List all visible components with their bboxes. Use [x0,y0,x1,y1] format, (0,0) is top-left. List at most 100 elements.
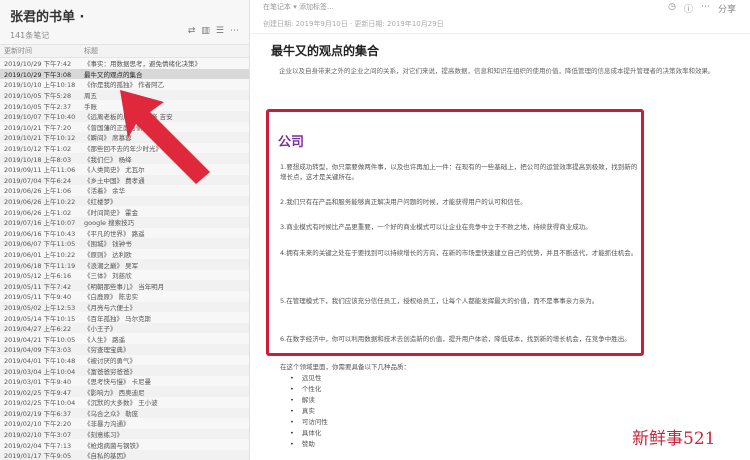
row-title: 《事实：用数据思考，避免情绪化决策》 [84,60,201,69]
table-row[interactable]: 2019/03/01 下午9:40 《思考快与慢》 卡尼曼 [0,376,249,387]
point-paragraph[interactable]: 5.在管理模式下，我们应该充分信任员工，授权给员工，让每个人都能发挥最大的价值，… [280,296,640,306]
table-row[interactable]: 2019/06/01 上午10:22 《原则》 达利欧 [0,249,249,260]
row-updated-time: 2019/06/16 下午10:43 [4,229,76,238]
table-row[interactable]: 2019/04/01 下午10:48 《被讨厌的勇气》 [0,355,249,366]
row-title: 《时间简史》 霍金 [84,208,139,217]
row-updated-time: 2019/04/21 下午10:05 [4,335,76,344]
row-title: 《思考快与慢》 卡尼曼 [84,378,152,387]
table-row[interactable]: 2019/02/25 下午9:47 《影响力》 西奥迪尼 [0,386,249,397]
table-row[interactable]: 2019/02/10 下午2:20 《非暴力沟通》 [0,418,249,429]
row-updated-time: 2019/10/07 下午10:40 [4,113,76,122]
list-item[interactable]: 赞助 [290,438,328,449]
table-row[interactable]: 2019/02/04 下午7:13 《枪炮病菌与钢铁》 [0,439,249,450]
row-title: 《沉默的大多数》 王小波 [84,399,158,408]
table-row[interactable]: 2019/07/16 上午10:07 google 搜索技巧 [0,216,249,228]
document-toolbar: ◷ ⓘ ⋯ 分享 [668,2,736,15]
row-updated-time: 2019/06/26 上午1:06 [4,187,72,196]
share-button[interactable]: 分享 [718,2,736,15]
row-title: 《百年孤独》 马尔克斯 [84,314,152,323]
list-icon[interactable]: ☰ [216,26,224,36]
list-item[interactable]: 真实 [290,405,328,416]
table-row[interactable]: 2019/02/10 下午3:07 《刻意练习》 [0,428,249,440]
table-row[interactable]: 2019/06/16 下午10:43 《平凡的世界》 路遥 [0,228,249,239]
row-updated-time: 2019/05/11 下午7:42 [4,282,72,291]
table-row[interactable]: 2019/05/02 上午12:53 《月亮与六便士》 [0,301,249,313]
list-item[interactable]: 可访问性 [290,416,328,427]
table-row[interactable]: 2019/05/12 上午6:16 《三体》 刘慈欣 [0,270,249,281]
row-updated-time: 2019/09/11 上午11:06 [4,166,76,175]
point-paragraph[interactable]: 3.商业模式有时候比产品更重要，一个好的商业模式可以让企业在竞争中立于不败之地，… [280,222,640,232]
table-row[interactable]: 2019/06/26 上午10:22 《红楼梦》 [0,195,249,207]
annotation-arrow-icon [120,90,210,184]
table-row[interactable]: 2019/06/07 下午11:05 《围城》 钱钟书 [0,238,249,249]
row-title: 《浪潮之巅》 吴军 [84,261,139,270]
row-title: 《自私的基因》 [84,452,130,460]
row-updated-time: 2019/04/01 下午10:48 [4,356,76,365]
row-updated-time: 2019/02/19 下午6:37 [4,409,72,418]
table-row[interactable]: 2019/05/11 下午9:40 《白鹿原》 陈忠实 [0,291,249,302]
watermark: 新鲜事521 [632,429,716,449]
table-row[interactable]: 2019/04/21 下午10:05 《人生》 路遥 [0,333,249,344]
highlight-box [266,109,644,356]
row-title: 《小王子》 [84,325,117,334]
table-row[interactable]: 2019/03/04 上午10:04 《富爸爸穷爸爸》 [0,365,249,376]
row-updated-time: 2019/06/26 上午1:02 [4,208,72,217]
table-row[interactable]: 2019/05/14 下午10:15 《百年孤独》 马尔克斯 [0,312,249,323]
intro-paragraph[interactable]: 企业以及自身带来之外的企业之间的关系，对它们来说，提高数据，信息和知识在组织的使… [279,66,729,77]
table-row[interactable]: 2019/01/17 下午9:05 《自私的基因》 [0,449,249,460]
row-title: 《白鹿原》 陈忠实 [84,293,139,302]
row-updated-time: 2019/02/10 下午2:20 [4,420,72,429]
list-item[interactable]: 远见性 [290,372,328,383]
sort-icon[interactable]: ⇄ [188,26,196,36]
point-paragraph[interactable]: 6.在数字经济中，你可以利用数据和技术去创造新的价值，提升用户体验，降低成本，找… [280,334,640,344]
row-title: 《围城》 钱钟书 [84,240,132,249]
row-title: 《枪炮病菌与钢铁》 [84,441,143,450]
table-row[interactable]: 2019/10/29 下午7:42 《事实：用数据思考，避免情绪化决策》 [0,58,249,69]
row-updated-time: 2019/05/02 上午12:53 [4,303,76,312]
trait-intro[interactable]: 在这个领域里面，你需要具备以下几种品质： [280,361,410,371]
notebook-selector[interactable]: 在笔记本 ▾ 添加标签... [263,2,334,12]
table-row[interactable]: 2019/06/18 下午11:19 《浪潮之巅》 吴军 [0,259,249,270]
row-title: google 搜索技巧 [84,219,135,228]
table-row[interactable]: 2019/05/11 下午7:42 《明朝那些事儿》 当年明月 [0,280,249,292]
list-item[interactable]: 具体化 [290,427,328,438]
row-updated-time: 2019/10/29 下午3:08 [4,70,72,79]
row-updated-time: 2019/01/17 下午9:05 [4,452,72,460]
table-row[interactable]: 2019/04/27 上午6:22 《小王子》 [0,322,249,334]
column-title[interactable]: 标题 [84,46,98,56]
row-updated-time: 2019/03/01 下午9:40 [4,378,72,387]
reminder-icon[interactable]: ◷ [668,2,676,15]
more-icon[interactable]: ⋯ [701,2,710,15]
table-row[interactable]: 2019/02/19 下午6:37 《乌合之众》 勒庞 [0,407,249,419]
view-icon[interactable]: ▥ [201,26,210,36]
row-updated-time: 2019/05/12 上午6:16 [4,272,72,281]
section-title[interactable]: 公司 [278,131,304,150]
row-title: 《人生》 路遥 [84,335,126,344]
row-updated-time: 2019/06/07 下午11:05 [4,240,76,249]
column-updated[interactable]: 更新时间 [0,46,84,56]
row-updated-time: 2019/10/05 下午2:37 [4,102,72,111]
row-title: 《月亮与六便士》 [84,303,136,312]
row-updated-time: 2019/06/01 上午10:22 [4,250,76,259]
notebook-title[interactable]: 张君的书单 · [10,6,239,25]
point-paragraph[interactable]: 1.要想成功转型，你只需要做两件事，以及也许再加上一件：在现有的一些基础上，把公… [280,162,640,182]
table-row[interactable]: 2019/02/25 下午10:04 《沉默的大多数》 王小波 [0,397,249,408]
row-updated-time: 2019/10/10 上午10:18 [4,81,76,90]
more-icon[interactable]: ⋯ [230,26,239,36]
row-updated-time: 2019/02/10 下午3:07 [4,431,72,440]
row-updated-time: 2019/05/11 下午9:40 [4,293,72,302]
table-row[interactable]: 2019/04/09 下午3:03 《穷查理宝典》 [0,344,249,355]
table-row[interactable]: 2019/06/26 上午1:02 《时间简史》 霍金 [0,206,249,217]
row-title: 《明朝那些事儿》 当年明月 [84,282,165,291]
table-row[interactable]: 2019/10/29 下午3:08 最牛又的观点的集合 [0,68,249,80]
info-icon[interactable]: ⓘ [684,2,693,15]
list-item[interactable]: 解读 [290,394,328,405]
point-paragraph[interactable]: 2.我们只有在产品和服务能够真正解决用户问题的时候，才能获得用户的认可和信任。 [280,197,640,207]
row-updated-time: 2019/02/25 下午9:47 [4,388,72,397]
row-title: 《富爸爸穷爸爸》 [84,367,136,376]
point-paragraph[interactable]: 4.拥有未来的关键之处在于要找到可以持续增长的方向，在新的市场里快速建立自己的优… [280,248,640,258]
list-item[interactable]: 个性化 [290,383,328,394]
document-title[interactable]: 最牛又的观点的集合 [271,42,379,59]
document-dates: 创建日期: 2019年9月10日 · 更新日期: 2019年10月29日 [263,20,444,28]
trait-list: 远见性 个性化 解读 真实 可访问性 具体化 赞助 [290,372,328,449]
